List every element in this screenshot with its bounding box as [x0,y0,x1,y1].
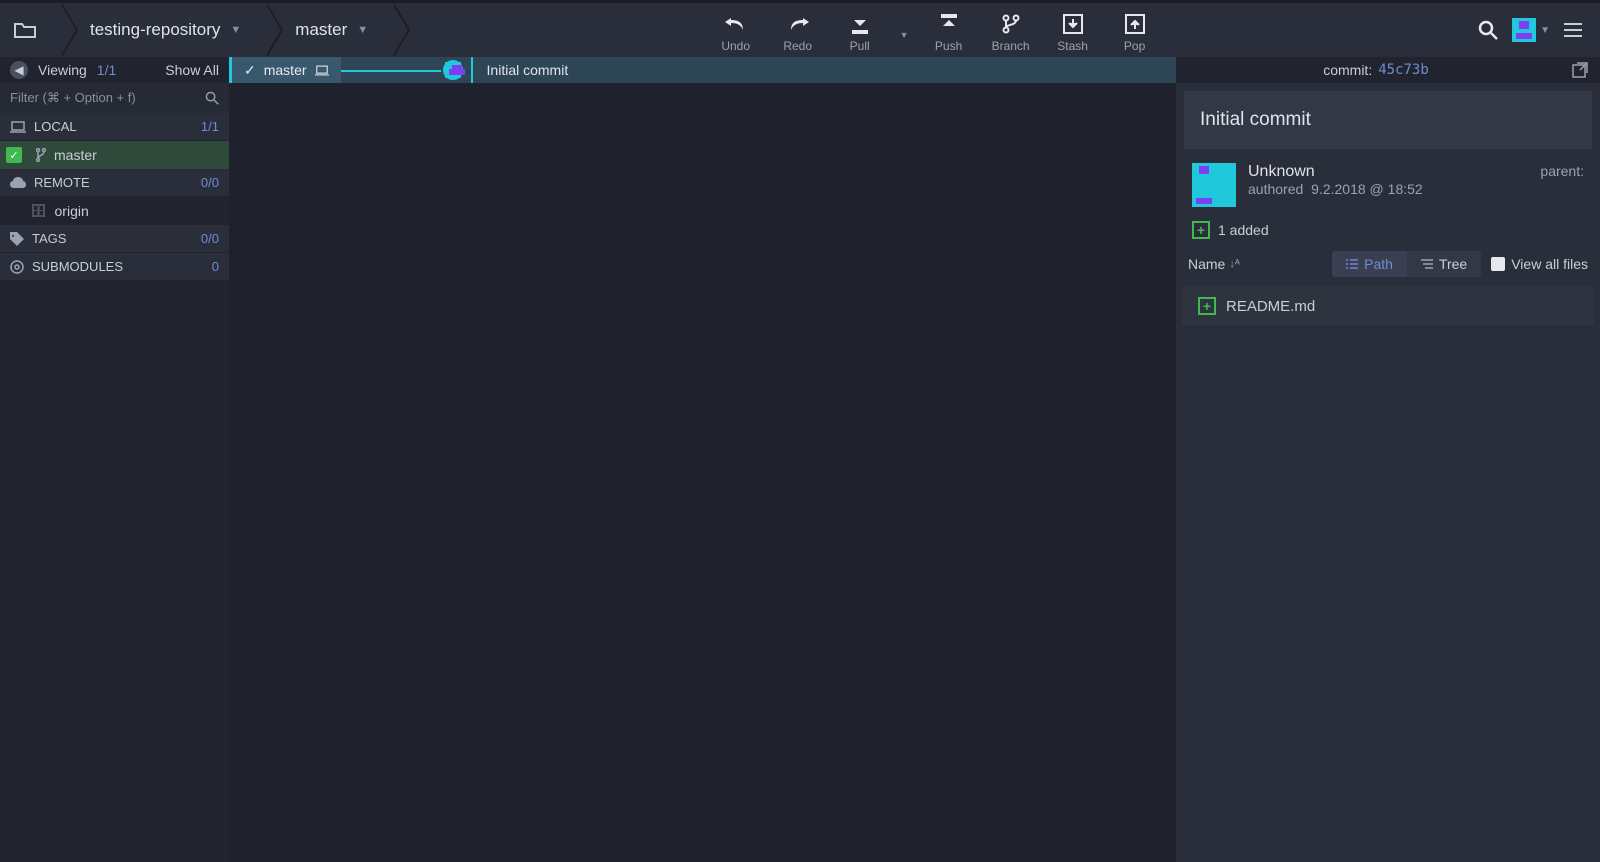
user-menu[interactable]: ▼ [1512,18,1550,42]
view-mode-toggle: Path Tree [1332,251,1481,277]
chevron-down-icon: ▼ [1540,25,1550,36]
branch-label-tag[interactable]: ✓ master [229,57,341,83]
pull-dropdown[interactable]: ▼ [900,26,909,40]
view-all-files-toggle[interactable]: View all files [1491,256,1588,272]
commit-hash[interactable]: 45c73b [1378,62,1429,78]
commit-label: commit: [1323,62,1372,78]
push-button[interactable]: Push [927,13,971,53]
stash-icon [1062,13,1084,35]
chevron-down-icon: ▼ [357,24,368,36]
commit-message-bar: Initial commit [471,57,1176,83]
local-branch-master[interactable]: ✓ master [0,141,229,169]
redo-icon [787,13,809,35]
popout-icon[interactable] [1572,62,1588,78]
list-icon [1346,259,1358,269]
added-icon: + [1198,297,1216,315]
tags-section[interactable]: TAGS 0/0 [0,225,229,253]
undo-button[interactable]: Undo [714,13,758,53]
folder-icon [14,21,36,39]
commit-row[interactable]: ✓ master Initial commit [229,57,1176,83]
check-icon: ✓ [244,62,256,79]
remote-origin[interactable]: 🗄 origin [0,197,229,225]
details-header: commit: 45c73b [1176,57,1600,83]
show-all-button[interactable]: Show All [165,62,219,78]
filter-placeholder: Filter (⌘ + Option + f) [10,90,136,106]
viewing-label: Viewing [38,62,87,78]
remote-section[interactable]: REMOTE 0/0 [0,169,229,197]
commit-title: Initial commit [1184,91,1592,149]
file-stats: + 1 added [1176,211,1600,243]
toolbar-right: ▼ [1478,18,1600,42]
pull-button[interactable]: Pull [838,13,882,53]
laptop-icon [10,121,26,133]
submodule-icon [10,260,24,274]
branch-name: master [295,20,347,40]
cloud-icon [10,177,26,189]
pop-button[interactable]: Pop [1113,13,1157,53]
pull-icon [849,13,871,35]
back-button[interactable]: ◀ [10,61,28,79]
branch-button[interactable]: Branch [989,13,1033,53]
tree-view-button[interactable]: Tree [1407,251,1481,277]
search-icon[interactable] [1478,20,1498,40]
tree-icon [1421,259,1433,269]
file-name: README.md [1226,298,1315,315]
file-view-controls: Name ↓ᴬ Path Tree View all files [1176,243,1600,285]
branch-icon [1000,13,1022,35]
sort-icon: ↓ᴬ [1229,258,1239,270]
avatar-icon [1512,18,1536,42]
left-sidebar: ◀ Viewing 1/1 Show All Filter (⌘ + Optio… [0,57,229,862]
chevron-down-icon: ▼ [230,24,241,36]
author-name: Unknown [1248,163,1528,181]
commit-details-panel: commit: 45c73b Initial commit Unknown au… [1176,57,1600,862]
graph-edge [341,57,471,83]
checkbox-icon [1491,257,1505,271]
hamburger-icon[interactable] [1564,23,1582,37]
parent-label: parent: [1540,163,1584,179]
commit-graph: ✓ master Initial commit [229,57,1176,862]
repo-name: testing-repository [90,20,220,40]
changed-file-row[interactable]: + README.md [1182,287,1594,325]
path-view-button[interactable]: Path [1332,251,1407,277]
author-avatar [1192,163,1236,207]
sort-name-button[interactable]: Name ↓ᴬ [1188,256,1240,272]
sidebar-viewing-bar: ◀ Viewing 1/1 Show All [0,57,229,83]
added-icon: + [1192,221,1210,239]
undo-icon [725,13,747,35]
laptop-icon [315,65,329,76]
toolbar-actions: Undo Redo Pull ▼ Push Branch Stash Pop [392,7,1478,53]
filter-input[interactable]: Filter (⌘ + Option + f) [0,83,229,113]
submodules-section[interactable]: SUBMODULES 0 [0,253,229,281]
search-icon [205,91,219,105]
redo-button[interactable]: Redo [776,13,820,53]
pop-icon [1124,13,1146,35]
top-toolbar: testing-repository ▼ master ▼ Undo Redo … [0,0,1600,57]
stash-button[interactable]: Stash [1051,13,1095,53]
database-icon: 🗄 [30,203,47,219]
local-section[interactable]: LOCAL 1/1 [0,113,229,141]
branch-icon [36,148,46,162]
viewing-count: 1/1 [97,62,116,78]
commit-node [441,58,465,82]
open-repo-crumb[interactable] [0,3,60,57]
tag-icon [10,232,24,246]
repo-crumb[interactable]: testing-repository ▼ [60,3,265,57]
branch-crumb[interactable]: master ▼ [265,3,392,57]
push-icon [938,13,960,35]
commit-author-block: Unknown authored 9.2.2018 @ 18:52 parent… [1176,151,1600,211]
check-icon: ✓ [6,147,22,163]
